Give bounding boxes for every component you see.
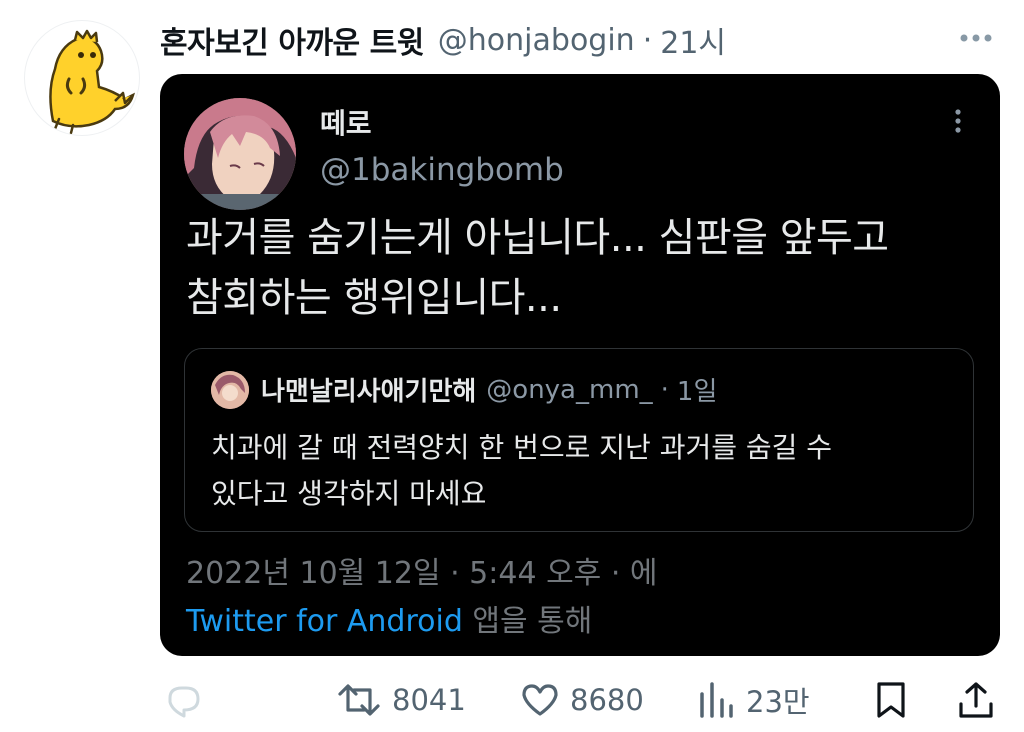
inner-quote-header: 나맨날리사애기만해 @onya_mm_ · 1일 xyxy=(261,371,717,408)
bookmark-button[interactable] xyxy=(874,680,908,720)
dinosaur-icon xyxy=(49,29,135,135)
tweet-media-image[interactable]: 떼로 @1bakingbomb 과거를 숨기는게 아닙니다... 심판을 앞두고… xyxy=(160,74,1000,656)
retweet-icon xyxy=(338,684,380,716)
share-icon xyxy=(959,682,993,718)
header-separator: · xyxy=(642,22,653,58)
tweet-action-bar: 8041 8680 23만 xyxy=(160,670,1000,730)
quoted-handle: @1bakingbomb xyxy=(320,152,564,188)
author-avatar[interactable] xyxy=(24,20,140,136)
reply-button[interactable] xyxy=(162,680,204,720)
quoted-text-line: 과거를 숨기는게 아닙니다... 심판을 앞두고 xyxy=(186,215,889,261)
like-button[interactable]: 8680 xyxy=(520,680,644,720)
bookmark-icon xyxy=(877,682,905,718)
author-handle[interactable]: @honjabogin xyxy=(438,23,635,58)
inner-avatar-icon xyxy=(211,371,249,409)
quoted-timestamp: 2022년 10월 12일 · 5:44 오후 · 에 xyxy=(186,556,658,591)
more-horizontal-icon[interactable] xyxy=(950,26,1002,50)
quoted-text: 과거를 숨기는게 아닙니다... 심판을 앞두고 참회하는 행위입니다... xyxy=(186,208,976,328)
author-name[interactable]: 혼자보긴 아까운 트윗 xyxy=(160,18,424,62)
inner-quote-line: 치과에 갈 때 전력양치 한 번으로 지난 과거를 숨길 수 xyxy=(211,431,833,464)
tweet-time[interactable]: 21시 xyxy=(660,18,726,62)
inner-quote-handle: @onya_mm_ xyxy=(486,374,653,405)
quoted-text-line: 참회하는 행위입니다... xyxy=(186,275,562,321)
inner-quote-avatar xyxy=(211,371,249,409)
anime-portrait-icon xyxy=(184,98,296,210)
quoted-name: 떼로 xyxy=(320,107,372,140)
quoted-source: Twitter for Android 앱을 통해 xyxy=(186,596,592,640)
views-count: 23만 xyxy=(746,685,810,719)
source-suffix: 앱을 통해 xyxy=(462,604,593,639)
reply-icon xyxy=(168,686,200,718)
source-link: Twitter for Android xyxy=(186,604,463,639)
heart-icon xyxy=(522,684,558,716)
tweet-header: 혼자보긴 아까운 트윗 @honjabogin · 21시 xyxy=(160,18,726,62)
inner-quote-card: 나맨날리사애기만해 @onya_mm_ · 1일 치과에 갈 때 전력양치 한 … xyxy=(184,348,974,532)
inner-quote-text: 치과에 갈 때 전력양치 한 번으로 지난 과거를 숨길 수 있다고 생각하지 … xyxy=(211,425,951,517)
share-button[interactable] xyxy=(956,680,996,720)
views-button[interactable]: 23만 xyxy=(696,680,810,720)
retweet-count: 8041 xyxy=(392,683,466,717)
like-count: 8680 xyxy=(570,683,644,717)
views-icon xyxy=(700,682,733,718)
inner-quote-name: 나맨날리사애기만해 xyxy=(261,377,477,407)
inner-quote-line: 있다고 생각하지 마세요 xyxy=(211,477,487,510)
more-vertical-icon xyxy=(955,109,961,133)
quoted-avatar xyxy=(184,98,296,210)
inner-quote-time: 1일 xyxy=(676,377,718,407)
inner-quote-separator: · xyxy=(660,374,669,405)
retweet-button[interactable]: 8041 xyxy=(336,680,466,720)
